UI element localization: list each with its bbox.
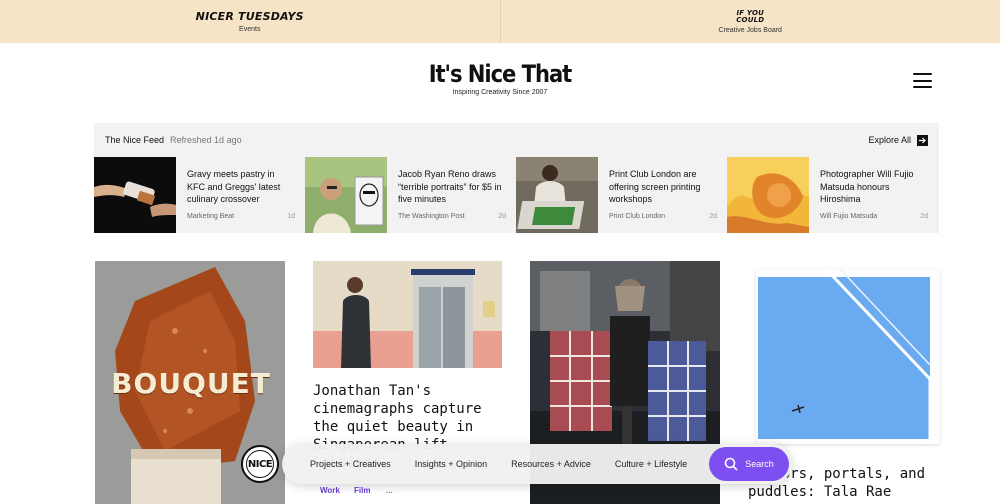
feed-item[interactable]: Photographer Will Fujio Matsuda honours …	[727, 157, 938, 233]
site-tagline: Inspiring Creativity Since 2007	[452, 89, 548, 96]
feed-thumbnail	[305, 157, 387, 233]
sky-image	[756, 269, 940, 444]
tag-film[interactable]: Film	[354, 486, 370, 495]
feed-title: The Nice Feed	[105, 135, 165, 145]
promo-jobs-label: Creative Jobs Board	[718, 26, 782, 34]
feed-age: 2d	[498, 213, 506, 220]
promo-jobs[interactable]: IF YOU COULD Creative Jobs Board	[501, 0, 1000, 43]
search-icon	[724, 457, 738, 471]
nice-logo-badge[interactable]: NICE	[241, 445, 279, 483]
tag-more[interactable]: ...	[386, 486, 393, 495]
site-header: It's Nice That Inspiring Creativity Sinc…	[0, 60, 1000, 96]
feed-headline: Jacob Ryan Reno draws “terrible portrait…	[398, 169, 502, 204]
feed-header: The Nice Feed Refreshed 1d ago Explore A…	[94, 123, 939, 157]
feed-refreshed: Refreshed 1d ago	[170, 135, 242, 145]
nice-feed: The Nice Feed Refreshed 1d ago Explore A…	[94, 123, 939, 233]
site-logo[interactable]: It's Nice That	[429, 60, 573, 88]
promo-events[interactable]: NICER TUESDAYS Events	[0, 0, 501, 43]
search-button[interactable]: Search	[709, 447, 789, 481]
nav-resources-advice[interactable]: Resources + Advice	[511, 459, 591, 469]
feed-item[interactable]: Gravy meets pastry in KFC and Greggs' la…	[94, 157, 305, 233]
feed-source: Print Club London	[609, 213, 666, 220]
feed-headline: Print Club London are offering screen pr…	[609, 169, 701, 204]
nav-culture-lifestyle[interactable]: Culture + Lifestyle	[615, 459, 687, 469]
feed-source: Will Fujio Matsuda	[820, 213, 878, 220]
explore-all-label: Explore All	[868, 135, 911, 145]
feed-items: Gravy meets pastry in KFC and Greggs' la…	[94, 157, 939, 233]
feed-thumbnail	[727, 157, 809, 233]
nav-insights-opinion[interactable]: Insights + Opinion	[415, 459, 487, 469]
promo-events-label: Events	[239, 26, 261, 33]
feed-age: 2d	[709, 213, 717, 220]
nicer-tuesdays-logo: NICER TUESDAYS	[195, 10, 304, 23]
bouquet-word: BOUQUET	[111, 367, 271, 400]
explore-all-link[interactable]: Explore All	[868, 134, 928, 146]
tag-work[interactable]: Work	[320, 486, 340, 495]
lift-lobby-image	[313, 261, 502, 368]
feed-headline: Photographer Will Fujio Matsuda honours …	[820, 169, 914, 204]
bottom-navigation: Projects + Creatives Insights + Opinion …	[282, 444, 792, 484]
if-you-could-logo: IF YOU COULD	[736, 8, 765, 24]
feed-source: Marketing Beat	[187, 213, 235, 220]
hamburger-menu-icon[interactable]	[913, 73, 932, 88]
arrow-right-icon	[917, 134, 928, 146]
feed-age: 1d	[287, 213, 295, 220]
feed-source: The Washington Post	[398, 213, 465, 220]
promo-bar: NICER TUESDAYS Events IF YOU COULD Creat…	[0, 0, 1000, 43]
feed-age: 2d	[920, 213, 928, 220]
nav-projects-creatives[interactable]: Projects + Creatives	[310, 459, 391, 469]
nice-badge-label: NICE	[247, 458, 273, 470]
search-label: Search	[745, 459, 774, 469]
feed-thumbnail	[94, 157, 176, 233]
feed-thumbnail	[516, 157, 598, 233]
feed-headline: Gravy meets pastry in KFC and Greggs' la…	[187, 169, 281, 204]
feed-item[interactable]: Jacob Ryan Reno draws “terrible portrait…	[305, 157, 516, 233]
feed-item[interactable]: Print Club London are offering screen pr…	[516, 157, 727, 233]
